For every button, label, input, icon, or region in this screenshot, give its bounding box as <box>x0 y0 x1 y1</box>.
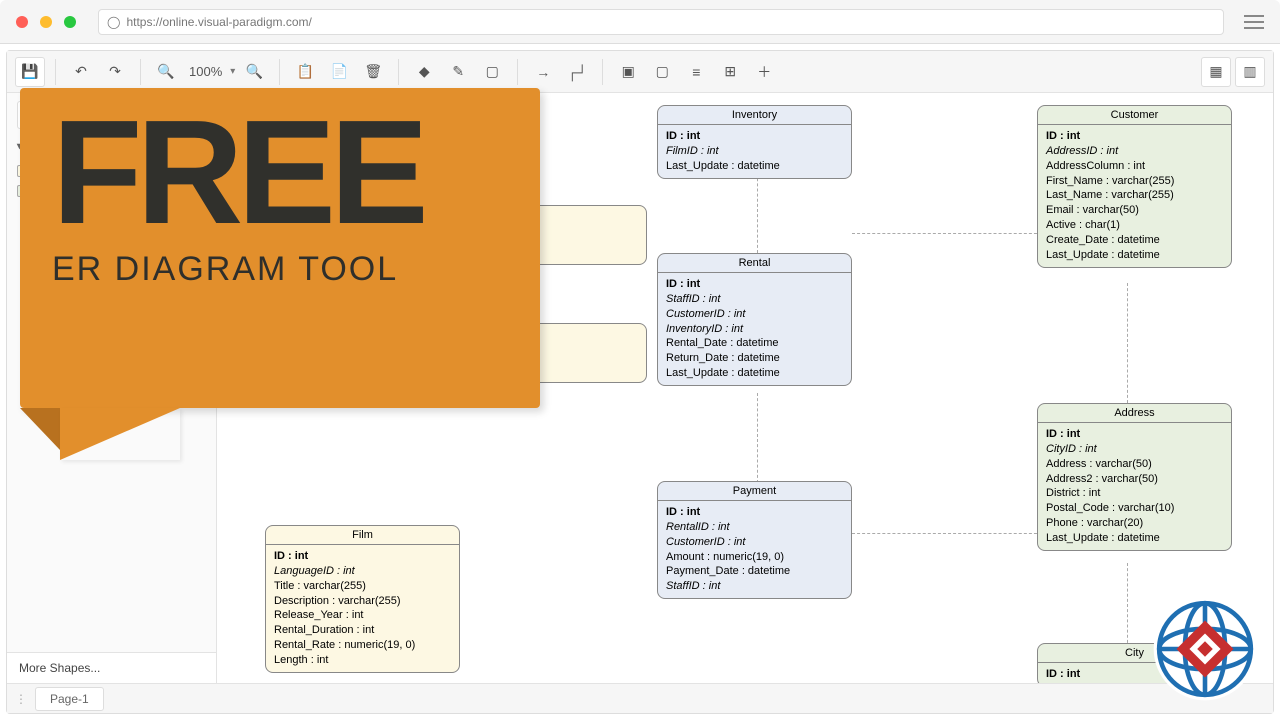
copy-button[interactable]: 📋 <box>290 57 320 87</box>
url-bar[interactable]: ◯ https://online.visual-paradigm.com/ <box>98 9 1224 35</box>
connector-style-button[interactable]: → <box>528 57 558 87</box>
entity-body: ID : int LanguageID : int Title : varcha… <box>266 545 459 672</box>
more-shapes-button[interactable]: More Shapes... <box>7 652 216 683</box>
entity-payment[interactable]: Payment ID : int RentalID : int Customer… <box>657 481 852 599</box>
line-color-button[interactable]: ✎ <box>443 57 473 87</box>
entity-body: ID : int FilmID : int Last_Update : date… <box>658 125 851 178</box>
entity-title: Payment <box>658 482 851 501</box>
promo-banner: FREE ER DIAGRAM TOOL <box>20 88 560 468</box>
entity-body: ID : int CityID : int Address : varchar(… <box>1038 423 1231 550</box>
to-front-button[interactable]: ▣ <box>613 57 643 87</box>
zoom-out-button[interactable]: 🔍 <box>151 57 181 87</box>
outline-panel-button[interactable]: ▦ <box>1201 57 1231 87</box>
promo-subtitle: ER DIAGRAM TOOL <box>52 250 512 289</box>
entity-title: Address <box>1038 404 1231 423</box>
entity-body: ID : int StaffID : int CustomerID : int … <box>658 273 851 385</box>
entity-inventory[interactable]: Inventory ID : int FilmID : int Last_Upd… <box>657 105 852 179</box>
zoom-level[interactable]: 100% <box>185 64 226 79</box>
entity-title: Customer <box>1038 106 1231 125</box>
paste-button[interactable]: 📄 <box>324 57 354 87</box>
distribute-button[interactable]: ⊞ <box>715 57 745 87</box>
browser-chrome: ◯ https://online.visual-paradigm.com/ <box>0 0 1280 44</box>
format-panel-button[interactable]: ▥ <box>1235 57 1265 87</box>
visual-paradigm-logo-icon <box>1150 594 1260 704</box>
entity-address[interactable]: Address ID : int CityID : int Address : … <box>1037 403 1232 551</box>
fill-color-button[interactable]: ◆ <box>409 57 439 87</box>
entity-rental[interactable]: Rental ID : int StaffID : int CustomerID… <box>657 253 852 386</box>
page-tab-1[interactable]: Page-1 <box>35 687 104 711</box>
save-button[interactable]: 💾 <box>15 57 45 87</box>
entity-title: Film <box>266 526 459 545</box>
pages-menu-icon[interactable]: ⋮ <box>15 692 27 706</box>
zoom-dropdown-icon[interactable]: ▾ <box>230 66 235 77</box>
window-minimize-icon[interactable] <box>40 16 52 28</box>
undo-button[interactable]: ↶ <box>66 57 96 87</box>
redo-button[interactable]: ↷ <box>100 57 130 87</box>
waypoint-button[interactable]: ┌┘ <box>562 57 592 87</box>
entity-title: Inventory <box>658 106 851 125</box>
delete-button[interactable]: 🗑 <box>358 57 388 87</box>
hamburger-icon[interactable] <box>1244 15 1264 29</box>
window-close-icon[interactable] <box>16 16 28 28</box>
shadow-button[interactable]: ▢ <box>477 57 507 87</box>
toolbar: 💾 ↶ ↷ 🔍 100% ▾ 🔍 📋 📄 🗑 ◆ ✎ ▢ → ┌┘ ▣ ▢ ≡ … <box>7 51 1273 93</box>
zoom-in-button[interactable]: 🔍 <box>239 57 269 87</box>
entity-body: ID : int AddressID : int AddressColumn :… <box>1038 125 1231 267</box>
add-button[interactable]: ＋ <box>749 57 779 87</box>
window-maximize-icon[interactable] <box>64 16 76 28</box>
align-button[interactable]: ≡ <box>681 57 711 87</box>
entity-film[interactable]: Film ID : int LanguageID : int Title : v… <box>265 525 460 673</box>
pages-bar: ⋮ Page-1 <box>7 683 1273 713</box>
to-back-button[interactable]: ▢ <box>647 57 677 87</box>
url-text: https://online.visual-paradigm.com/ <box>126 15 311 29</box>
entity-body: ID : int RentalID : int CustomerID : int… <box>658 501 851 598</box>
entity-title: Rental <box>658 254 851 273</box>
promo-title: FREE <box>52 110 512 236</box>
entity-customer[interactable]: Customer ID : int AddressID : int Addres… <box>1037 105 1232 268</box>
